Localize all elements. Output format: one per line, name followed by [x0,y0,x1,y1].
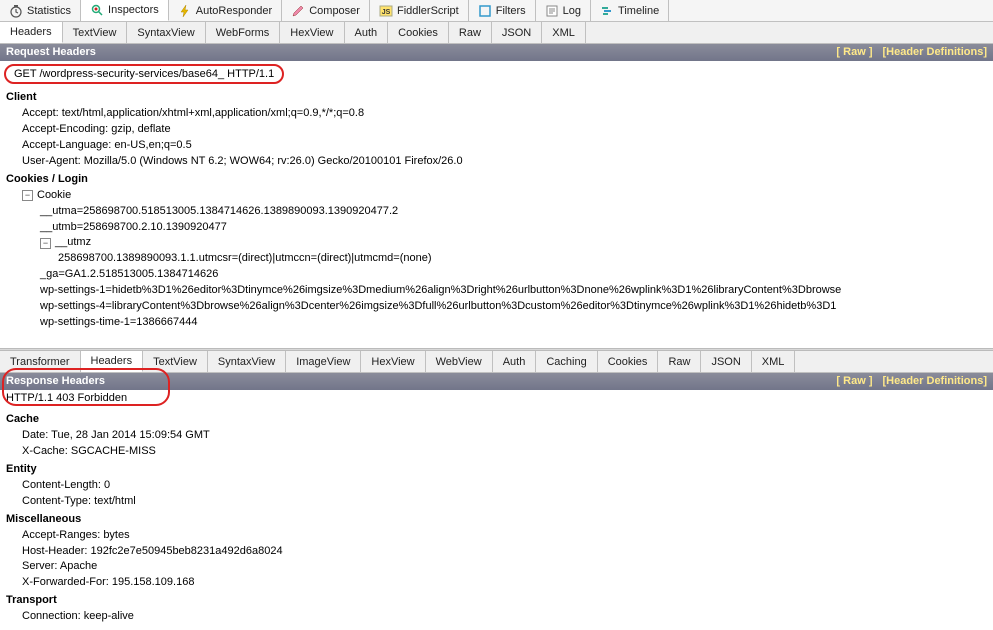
request-headers-bar: Request Headers [ Raw ] [Header Definiti… [0,44,993,61]
pencil-icon [291,4,305,18]
cookie-item: 258698700.1389890093.1.1.utmcsr=(direct)… [6,251,993,267]
request-subtab-hexview[interactable]: HexView [280,22,344,43]
main-tab-composer[interactable]: Composer [282,0,370,21]
tab-label: FiddlerScript [397,5,459,17]
request-subtab-auth[interactable]: Auth [345,22,389,43]
response-subtab-raw[interactable]: Raw [658,351,701,372]
tab-label: Filters [496,5,526,17]
svg-text:JS: JS [382,9,391,16]
main-tab-autoresponder[interactable]: AutoResponder [169,0,282,21]
section-transport: Transport [6,593,993,609]
response-subtab-hexview[interactable]: HexView [361,351,425,372]
tab-label: Statistics [27,5,71,17]
response-subtab-headers[interactable]: Headers [81,351,144,372]
log-icon [545,4,559,18]
main-tab-timeline[interactable]: Timeline [591,0,669,21]
filter-icon [478,4,492,18]
header-row: Connection: keep-alive [6,609,993,625]
response-subtab-webview[interactable]: WebView [426,351,493,372]
request-subtab-headers[interactable]: Headers [0,22,63,43]
response-status-line: HTTP/1.1 403 Forbidden [6,392,127,404]
flash-icon [178,4,192,18]
header-row: Accept-Ranges: bytes [6,528,993,544]
section-cookies: Cookies / Login [6,172,993,188]
response-subtab-imageview[interactable]: ImageView [286,351,361,372]
request-headers-title: Request Headers [6,46,96,58]
cookie-item: wp-settings-time-1=1386667444 [6,315,993,331]
response-header-defs-link[interactable]: [Header Definitions] [882,375,987,387]
main-tab-filters[interactable]: Filters [469,0,536,21]
tab-label: Log [563,5,581,17]
cookie-label: Cookie [37,188,71,204]
main-tab-inspectors[interactable]: Inspectors [81,0,169,21]
tab-label: Inspectors [108,4,159,16]
inspector-icon [90,3,104,17]
tab-label: AutoResponder [196,5,272,17]
request-header-defs-link[interactable]: [Header Definitions] [882,46,987,58]
response-subtab-xml[interactable]: XML [752,351,796,372]
cookie-utmz: −__utmz [6,235,993,251]
request-raw-link[interactable]: [ Raw ] [836,46,872,58]
header-row: Server: Apache [6,559,993,575]
request-subtabs: HeadersTextViewSyntaxViewWebFormsHexView… [0,22,993,44]
expander-icon[interactable]: − [40,238,51,249]
header-row: Host-Header: 192fc2e7e50945beb8231a492d6… [6,544,993,560]
cookie-item: wp-settings-4=libraryContent%3Dbrowse%26… [6,299,993,315]
header-row: Date: Tue, 28 Jan 2014 15:09:54 GMT [6,428,993,444]
response-subtabs: TransformerHeadersTextViewSyntaxViewImag… [0,351,993,373]
response-headers-title: Response Headers [6,375,105,387]
cookie-item: __utmb=258698700.2.10.1390920477 [6,220,993,236]
header-row: Content-Length: 0 [6,478,993,494]
response-subtab-auth[interactable]: Auth [493,351,537,372]
request-content: ClientAccept: text/html,application/xhtm… [0,86,993,348]
response-headers-bar: Response Headers [ Raw ] [Header Definit… [0,373,993,390]
request-subtab-syntaxview[interactable]: SyntaxView [127,22,205,43]
response-subtab-transformer[interactable]: Transformer [0,351,81,372]
response-content: CacheDate: Tue, 28 Jan 2014 15:09:54 GMT… [0,408,993,630]
cookie-label: __utmz [55,235,91,251]
request-subtab-textview[interactable]: TextView [63,22,128,43]
section-client: Client [6,90,993,106]
request-subtab-raw[interactable]: Raw [449,22,492,43]
response-raw-link[interactable]: [ Raw ] [836,375,872,387]
main-tab-statistics[interactable]: Statistics [0,0,81,21]
js-icon: JS [379,4,393,18]
response-subtab-textview[interactable]: TextView [143,351,208,372]
section-cache: Cache [6,412,993,428]
section-miscellaneous: Miscellaneous [6,512,993,528]
timer-icon [9,4,23,18]
header-row: Accept-Encoding: gzip, deflate [6,122,993,138]
header-row: Content-Type: text/html [6,494,993,510]
cookie-item: _ga=GA1.2.518513005.1384714626 [6,267,993,283]
response-subtab-syntaxview[interactable]: SyntaxView [208,351,286,372]
header-row: X-Cache: SGCACHE-MISS [6,444,993,460]
header-row: User-Agent: Mozilla/5.0 (Windows NT 6.2;… [6,154,993,170]
request-subtab-cookies[interactable]: Cookies [388,22,449,43]
response-subtab-caching[interactable]: Caching [536,351,597,372]
header-row: X-Forwarded-For: 195.158.109.168 [6,575,993,591]
response-subtab-cookies[interactable]: Cookies [598,351,659,372]
main-tab-fiddlerscript[interactable]: JS FiddlerScript [370,0,469,21]
cookie-item: __utma=258698700.518513005.1384714626.13… [6,204,993,220]
request-line: GET /wordpress-security-services/base64_… [4,64,284,84]
cookie-root: −Cookie [6,188,993,204]
header-row: Accept: text/html,application/xhtml+xml,… [6,106,993,122]
tab-label: Composer [309,5,360,17]
timeline-icon [600,4,614,18]
main-tabs: Statistics Inspectors AutoResponder Compose… [0,0,993,22]
response-subtab-json[interactable]: JSON [701,351,751,372]
main-tab-log[interactable]: Log [536,0,591,21]
expander-icon[interactable]: − [22,190,33,201]
request-subtab-xml[interactable]: XML [542,22,586,43]
cookie-item: wp-settings-1=hidetb%3D1%26editor%3Dtiny… [6,283,993,299]
tab-label: Timeline [618,5,659,17]
header-row: Accept-Language: en-US,en;q=0.5 [6,138,993,154]
request-subtab-json[interactable]: JSON [492,22,542,43]
request-subtab-webforms[interactable]: WebForms [206,22,281,43]
section-entity: Entity [6,462,993,478]
